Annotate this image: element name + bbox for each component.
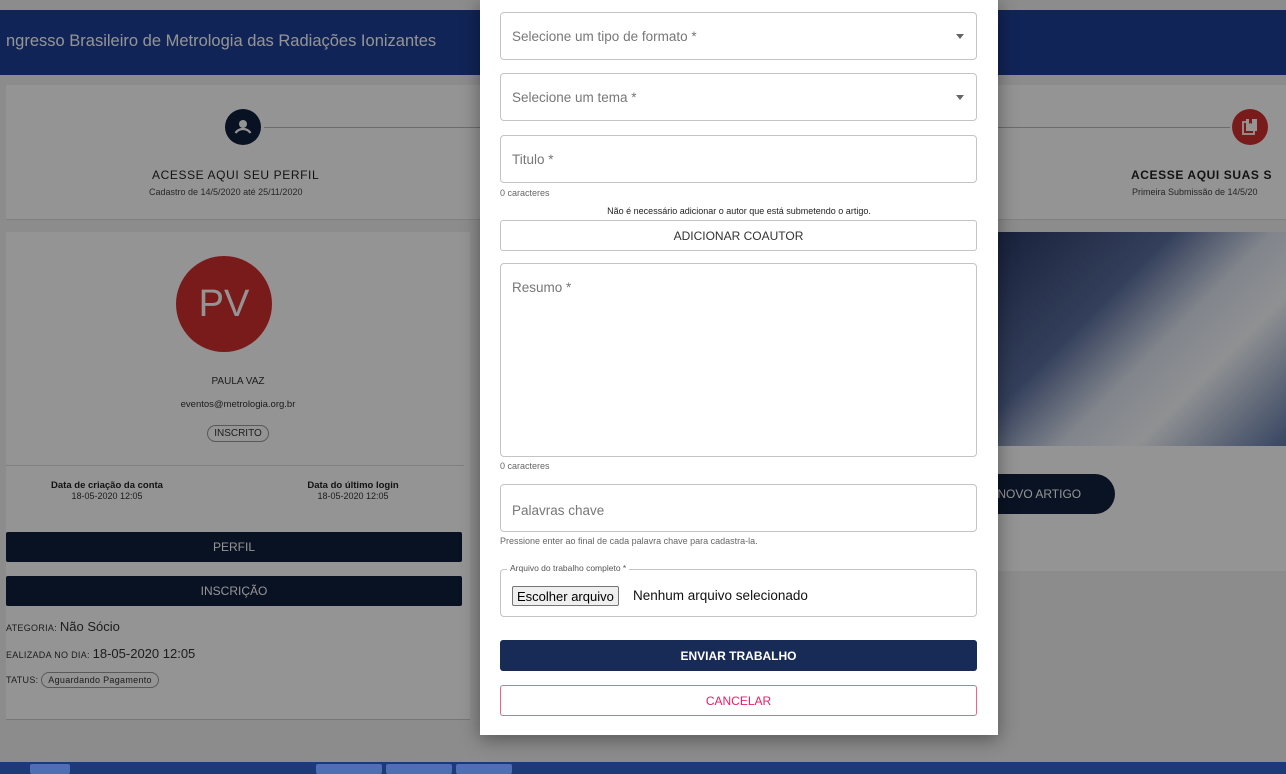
coauthor-note: Não é necessário adicionar o autor que e… <box>607 206 871 216</box>
theme-label: Selecione um tema * <box>512 90 637 105</box>
keywords-hint: Pressione enter ao final de cada palavra… <box>500 536 758 546</box>
summary-label: Resumo * <box>512 280 572 295</box>
title-input[interactable]: Titulo * <box>500 135 977 183</box>
file-legend: Arquivo do trabalho completo * <box>507 563 630 573</box>
taskbar-app-icon[interactable] <box>456 764 512 774</box>
format-select[interactable]: Selecione um tipo de formato * <box>500 12 977 60</box>
taskbar-app-icon[interactable] <box>30 764 70 774</box>
summary-char-count: 0 caracteres <box>500 461 550 471</box>
taskbar-app-icon[interactable] <box>316 764 382 774</box>
title-label: Titulo * <box>512 152 554 167</box>
chevron-down-icon <box>956 34 964 39</box>
submission-dialog: Selecione um tipo de formato * Selecione… <box>480 0 998 735</box>
choose-file-button[interactable]: Escolher arquivo <box>512 586 619 606</box>
summary-textarea[interactable]: Resumo * <box>500 263 977 457</box>
theme-select[interactable]: Selecione um tema * <box>500 73 977 121</box>
format-label: Selecione um tipo de formato * <box>512 29 697 44</box>
file-status: Nenhum arquivo selecionado <box>633 588 808 603</box>
submit-button[interactable]: ENVIAR TRABALHO <box>500 640 977 671</box>
add-coauthor-button[interactable]: ADICIONAR COAUTOR <box>500 220 977 251</box>
taskbar-app-icon[interactable] <box>386 764 452 774</box>
cancel-button[interactable]: CANCELAR <box>500 685 977 716</box>
taskbar <box>0 762 1286 774</box>
title-char-count: 0 caracteres <box>500 188 550 198</box>
file-upload-field: Arquivo do trabalho completo * Escolher … <box>500 563 977 617</box>
chevron-down-icon <box>956 95 964 100</box>
keywords-label: Palavras chave <box>512 503 605 518</box>
keywords-input[interactable]: Palavras chave <box>500 484 977 532</box>
